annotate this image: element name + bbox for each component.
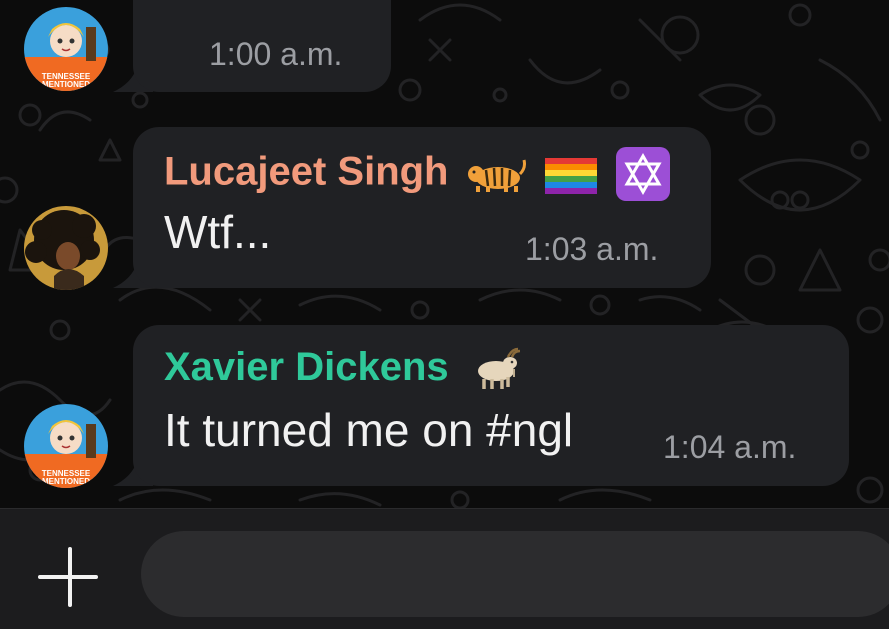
message-time: 1:04 a.m. xyxy=(663,429,797,465)
plus-icon[interactable] xyxy=(36,545,104,613)
anime-character-avatar-icon: TENNESSEE MENTIONED xyxy=(24,7,108,91)
message-composer xyxy=(0,508,889,629)
sender-name[interactable]: Xavier Dickens xyxy=(164,345,449,389)
rainbow-flag-emoji-icon xyxy=(544,158,597,194)
curly-hair-person-avatar-icon xyxy=(24,206,108,290)
avatar[interactable] xyxy=(24,206,108,290)
message-input[interactable] xyxy=(141,531,889,617)
avatar[interactable]: TENNESSEE MENTIONED xyxy=(24,7,108,91)
avatar[interactable]: TENNESSEE MENTIONED xyxy=(24,404,108,488)
sender-name-row: Xavier Dickens xyxy=(164,345,522,391)
message-text: It turned me on #ngl xyxy=(164,404,574,456)
message-bubble[interactable]: 1:00 a.m. xyxy=(133,0,391,92)
star-of-david-emoji-icon xyxy=(615,147,670,201)
sender-name[interactable]: Lucajeet Singh xyxy=(164,150,449,194)
message-bubble[interactable]: Lucajeet Singh Wtf... 1:03 a.m. xyxy=(133,127,711,288)
tiger-emoji-icon xyxy=(467,159,526,192)
anime-character-avatar-icon: TENNESSEE MENTIONED xyxy=(24,404,108,488)
goat-emoji-icon xyxy=(477,348,520,390)
message-text: Wtf... xyxy=(164,206,272,258)
sender-name-row: Lucajeet Singh xyxy=(164,147,670,201)
message-bubble[interactable]: Xavier Dickens It turned me on #ngl 1:04… xyxy=(133,325,849,486)
message-time: 1:03 a.m. xyxy=(525,231,659,267)
message-time: 1:00 a.m. xyxy=(209,36,343,72)
chat-area: TENNESSEE MENTIONED 1:00 a.m. Lucajeet S… xyxy=(0,0,889,508)
